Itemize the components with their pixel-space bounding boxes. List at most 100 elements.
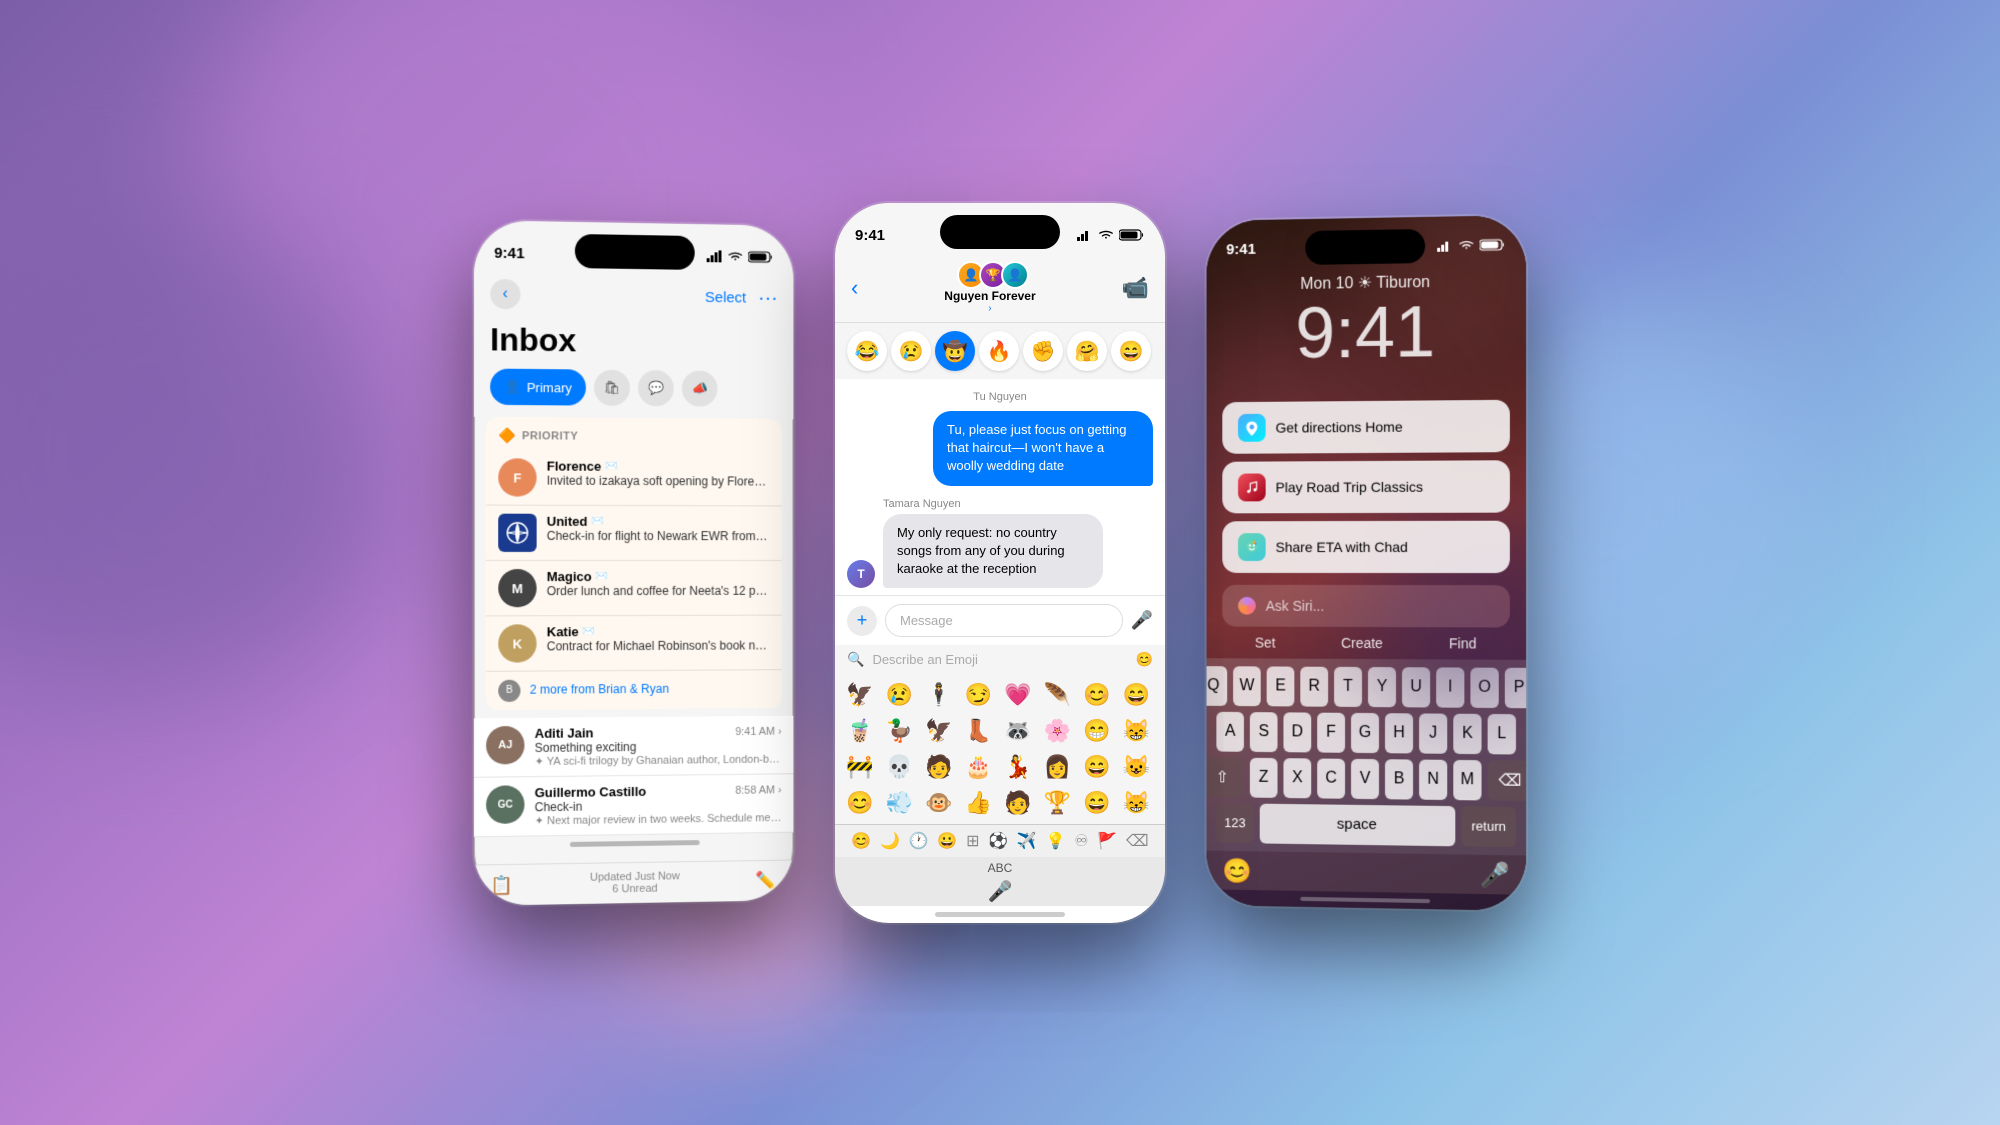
reaction-btn-5[interactable]: 🤗 bbox=[1067, 331, 1107, 371]
reaction-btn-0[interactable]: 😂 bbox=[847, 331, 887, 371]
mail-item-guillermo[interactable]: GC Guillermo Castillo 8:58 AM › Check-in… bbox=[474, 774, 794, 837]
reaction-btn-4[interactable]: ✊ bbox=[1023, 331, 1063, 371]
message-input[interactable]: Message bbox=[885, 604, 1123, 637]
kbd-w[interactable]: W bbox=[1233, 666, 1261, 706]
emoji-toolbar-clock[interactable]: 🕐 bbox=[909, 831, 929, 851]
kbd-s[interactable]: S bbox=[1250, 711, 1278, 751]
mail-more-button[interactable]: ··· bbox=[758, 286, 778, 309]
emoji-cell[interactable]: 🦝 bbox=[1001, 714, 1035, 748]
mail-item-united[interactable]: United ✉️ Check-in for flight to Newark … bbox=[486, 505, 782, 560]
emoji-cell[interactable]: 😸 bbox=[1120, 786, 1154, 820]
mail-item-magico[interactable]: M Magico ✉️ Order lunch and coffee for N… bbox=[486, 560, 782, 615]
emoji-toolbar-moon[interactable]: 🌙 bbox=[880, 831, 900, 851]
emoji-cell[interactable]: 👩 bbox=[1041, 750, 1075, 784]
siri-ask-bar[interactable]: Ask Siri... bbox=[1222, 584, 1510, 627]
mail-item-florence[interactable]: F Florence ✉️ Invited to izakaya soft op… bbox=[486, 450, 782, 506]
mail-back-button[interactable]: ‹ bbox=[490, 278, 520, 309]
more-from-row[interactable]: B 2 more from Brian & Ryan bbox=[486, 670, 782, 710]
kbd-k[interactable]: K bbox=[1453, 713, 1481, 753]
kbd-return[interactable]: return bbox=[1461, 805, 1516, 846]
reaction-btn-6[interactable]: 😄 bbox=[1111, 331, 1151, 371]
mail-tab-chat[interactable]: 💬 bbox=[638, 370, 674, 406]
emoji-toolbar-symbols2[interactable]: ♾ bbox=[1074, 831, 1088, 851]
emoji-cell[interactable]: 💗 bbox=[1001, 678, 1035, 712]
emoji-cell[interactable]: 🦅 bbox=[922, 714, 956, 748]
emoji-cell[interactable]: 😁 bbox=[1080, 714, 1114, 748]
emoji-cell[interactable]: 🕴 bbox=[922, 678, 956, 712]
kbd-space[interactable]: space bbox=[1259, 803, 1455, 846]
message-add-button[interactable]: + bbox=[847, 605, 877, 635]
kbd-l[interactable]: L bbox=[1488, 713, 1516, 754]
emoji-cell[interactable]: 😏 bbox=[962, 678, 996, 712]
emoji-toolbar-flags[interactable]: 🚩 bbox=[1097, 831, 1117, 851]
mail-tab-promo[interactable]: 📣 bbox=[682, 370, 718, 406]
kbd-g[interactable]: G bbox=[1351, 712, 1379, 752]
emoji-cell[interactable]: 🧑 bbox=[1001, 786, 1035, 820]
kbd-h[interactable]: H bbox=[1385, 712, 1413, 752]
emoji-cell[interactable]: 😄 bbox=[1080, 750, 1114, 784]
kbd-n[interactable]: N bbox=[1419, 759, 1447, 799]
emoji-toolbar-activity[interactable]: ⚽ bbox=[988, 831, 1008, 851]
kbd-123[interactable]: 123 bbox=[1216, 802, 1253, 842]
kbd-f[interactable]: F bbox=[1317, 712, 1345, 752]
emoji-cell[interactable]: 😄 bbox=[1080, 786, 1114, 820]
kbd-x[interactable]: X bbox=[1283, 757, 1311, 797]
kbd-r[interactable]: R bbox=[1300, 666, 1328, 706]
kbd-v[interactable]: V bbox=[1351, 758, 1379, 798]
emoji-cell[interactable]: 🧋 bbox=[843, 714, 877, 748]
emoji-cell[interactable]: 👍 bbox=[962, 786, 996, 820]
emoji-toolbar-delete[interactable]: ⌫ bbox=[1126, 831, 1149, 851]
kbd-b[interactable]: B bbox=[1385, 758, 1413, 798]
emoji-toolbar-objects[interactable]: 💡 bbox=[1046, 831, 1066, 851]
emoji-cell[interactable]: 👢 bbox=[962, 714, 996, 748]
kbd-e[interactable]: E bbox=[1267, 666, 1295, 706]
emoji-cell[interactable]: 😊 bbox=[1080, 678, 1114, 712]
mail-edit-icon[interactable]: ✏️ bbox=[756, 870, 778, 891]
emoji-cell[interactable]: 😄 bbox=[1120, 678, 1154, 712]
kbd-j[interactable]: J bbox=[1419, 713, 1447, 753]
siri-action-find[interactable]: Find bbox=[1449, 635, 1476, 651]
emoji-cell[interactable]: 🦅 bbox=[843, 678, 877, 712]
messages-back-button[interactable]: ‹ bbox=[851, 274, 858, 300]
emoji-cell[interactable]: 🚧 bbox=[843, 750, 877, 784]
siri-action-set[interactable]: Set bbox=[1255, 634, 1276, 650]
emoji-cell[interactable]: 😊 bbox=[843, 786, 877, 820]
mail-item-aditi[interactable]: AJ Aditi Jain 9:41 AM › Something exciti… bbox=[474, 715, 794, 777]
keyboard-mic-icon[interactable]: 🎤 bbox=[988, 881, 1013, 903]
emoji-toolbar-smiley[interactable]: 😊 bbox=[851, 831, 871, 851]
siri-action-create[interactable]: Create bbox=[1341, 634, 1383, 650]
kbd-delete[interactable]: ⌫ bbox=[1488, 759, 1527, 800]
emoji-cell[interactable]: 🌸 bbox=[1041, 714, 1075, 748]
kbd-q[interactable]: Q bbox=[1207, 665, 1228, 705]
emoji-cell[interactable]: 🐵 bbox=[922, 786, 956, 820]
messages-group-info[interactable]: 👤 🏆 👤 Nguyen Forever › bbox=[944, 261, 1035, 314]
emoji-cell[interactable]: 🦆 bbox=[883, 714, 917, 748]
emoji-cell[interactable]: 😢 bbox=[883, 678, 917, 712]
mail-compose-icon[interactable]: 📋 bbox=[490, 874, 513, 896]
lock-mic-button[interactable]: 🎤 bbox=[1480, 860, 1510, 890]
emoji-cell[interactable]: 💀 bbox=[883, 750, 917, 784]
message-mic-button[interactable]: 🎤 bbox=[1131, 610, 1153, 631]
siri-suggestion-directions[interactable]: Get directions Home bbox=[1222, 399, 1510, 453]
emoji-cell[interactable]: 🎂 bbox=[962, 750, 996, 784]
emoji-toolbar-emoji[interactable]: 😀 bbox=[937, 831, 957, 851]
emoji-cell[interactable]: 🪶 bbox=[1041, 678, 1075, 712]
kbd-m[interactable]: M bbox=[1453, 759, 1481, 800]
kbd-d[interactable]: D bbox=[1283, 712, 1311, 752]
emoji-cell[interactable]: 💨 bbox=[883, 786, 917, 820]
lock-emoji-button[interactable]: 😊 bbox=[1222, 856, 1251, 885]
reaction-btn-3[interactable]: 🔥 bbox=[979, 331, 1019, 371]
kbd-z[interactable]: Z bbox=[1250, 757, 1278, 797]
mail-tab-primary[interactable]: 👤 Primary bbox=[490, 368, 586, 405]
reaction-btn-2[interactable]: 🤠 bbox=[935, 331, 975, 371]
siri-suggestion-eta[interactable]: Share ETA with Chad bbox=[1222, 520, 1510, 572]
mail-tab-shopping[interactable]: 🛍 bbox=[594, 369, 630, 405]
kbd-t[interactable]: T bbox=[1334, 666, 1362, 706]
emoji-cell[interactable]: 😸 bbox=[1120, 714, 1154, 748]
kbd-c[interactable]: C bbox=[1317, 758, 1345, 798]
emoji-search-input[interactable]: Describe an Emoji bbox=[872, 652, 1127, 667]
siri-suggestion-music[interactable]: Play Road Trip Classics bbox=[1222, 459, 1510, 512]
emoji-toolbar-symbols[interactable]: ⊞ bbox=[966, 831, 979, 851]
emoji-cell[interactable]: 🧑 bbox=[922, 750, 956, 784]
kbd-a[interactable]: A bbox=[1216, 711, 1244, 751]
